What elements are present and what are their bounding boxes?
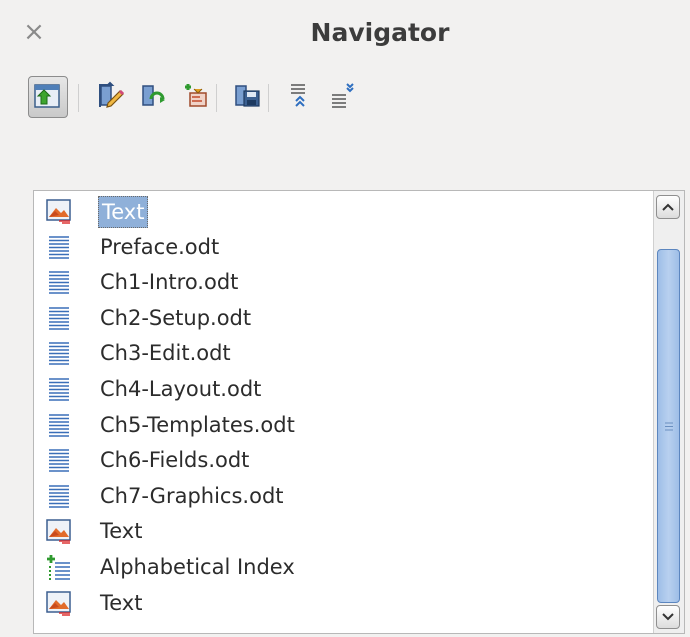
insert-button[interactable] <box>176 76 216 118</box>
document-link-icon <box>46 376 72 402</box>
document-link-icon <box>46 305 72 331</box>
tree-item-label: Ch7-Graphics.odt <box>100 483 284 508</box>
document-link-icon <box>46 340 72 366</box>
tree-item-label: Text <box>98 196 149 228</box>
scroll-up-button[interactable] <box>656 195 680 219</box>
text-section-icon <box>46 518 72 545</box>
text-section-icon <box>46 590 72 616</box>
edit-button[interactable] <box>92 76 132 118</box>
demote-chapter-button[interactable] <box>324 76 364 118</box>
update-button[interactable] <box>134 76 174 118</box>
window-title: Navigator <box>310 18 450 47</box>
toggle-content-navigation-icon <box>34 84 60 108</box>
document-link-icon <box>46 447 72 473</box>
tree-item-label: Text <box>100 519 143 544</box>
tree-item-label: Ch6-Fields.odt <box>100 448 250 473</box>
insert-icon <box>185 84 207 107</box>
scroll-down-button[interactable] <box>656 605 680 629</box>
tree-item-label: Ch2-Setup.odt <box>100 305 252 330</box>
tree-item-label: Ch3-Edit.odt <box>100 341 231 366</box>
edit-icon <box>99 81 125 108</box>
vertical-scrollbar[interactable] <box>653 191 684 633</box>
save-contents-button[interactable] <box>228 76 268 118</box>
document-link-icon <box>46 412 72 438</box>
chevron-down-icon <box>662 613 674 621</box>
window-titlebar: × Navigator <box>0 0 690 70</box>
text-section-icon <box>46 198 72 224</box>
index-icon <box>46 554 72 580</box>
promote-chapter-button[interactable] <box>282 76 322 118</box>
tree-item-label: Text <box>100 590 143 615</box>
document-link-icon <box>46 234 72 260</box>
navigator-tree[interactable]: Text Preface.odt Ch1-Intro.odt Ch2-Setup.od… <box>33 190 685 634</box>
promote-chapter-icon <box>291 84 305 107</box>
tree-item-label: Ch4-Layout.odt <box>100 377 262 401</box>
toggle-content-navigation-button[interactable] <box>28 76 68 118</box>
tree-item-label: Preface.odt <box>100 234 220 259</box>
tree-item-label: Alphabetical Index <box>100 555 295 579</box>
document-link-icon <box>46 269 72 295</box>
document-link-icon <box>46 483 72 509</box>
tree-item-label: Ch5-Templates.odt <box>100 412 295 437</box>
grip-icon <box>665 422 673 431</box>
demote-chapter-icon <box>332 83 354 108</box>
save-contents-icon <box>235 85 260 107</box>
navigator-toolbar <box>28 76 668 122</box>
tree-item-label: Ch1-Intro.odt <box>100 270 239 295</box>
update-icon <box>142 85 165 106</box>
chevron-up-icon <box>662 203 674 211</box>
scroll-thumb[interactable] <box>657 249 680 603</box>
